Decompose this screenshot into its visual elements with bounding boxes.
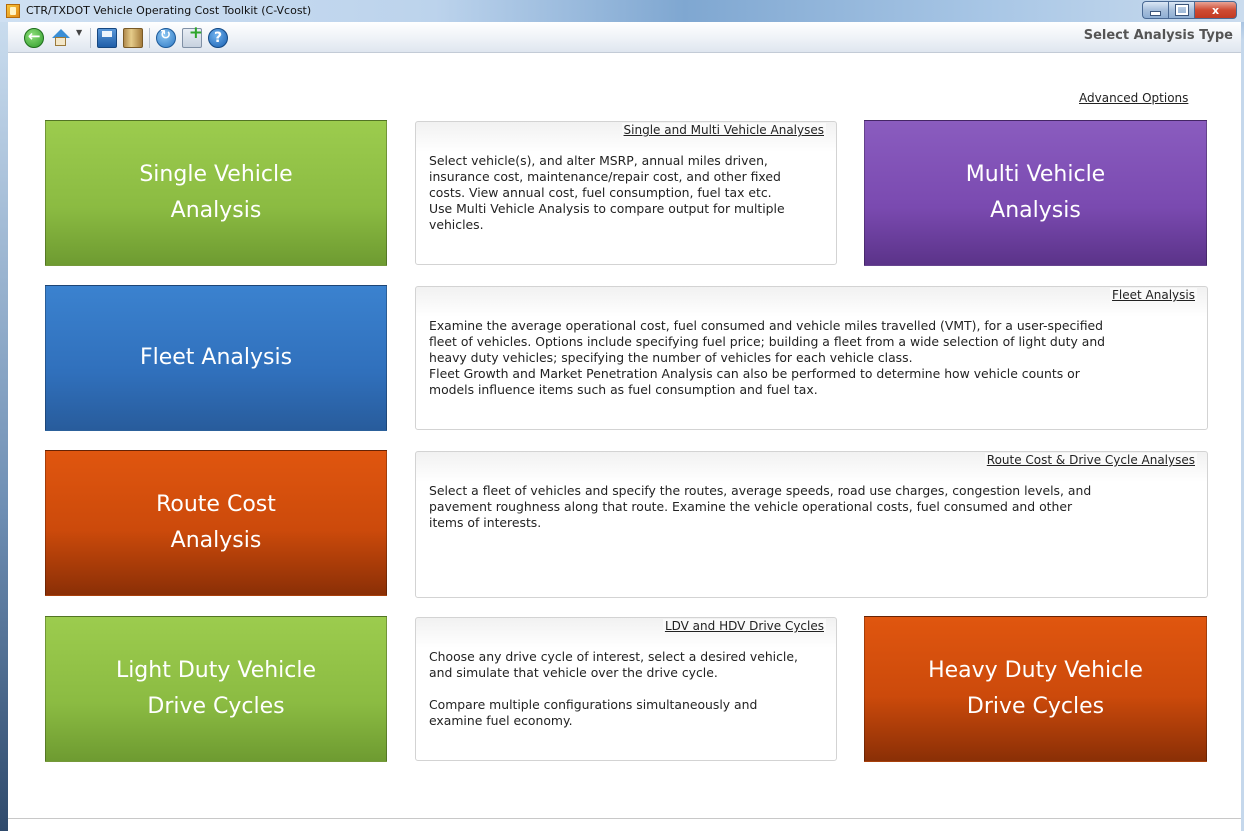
single-multi-description: Select vehicle(s), and alter MSRP, annua… <box>429 153 785 232</box>
light-duty-drive-cycles-button[interactable]: Light Duty Vehicle Drive Cycles <box>45 616 387 762</box>
fleet-analysis-label: Fleet Analysis <box>139 345 293 370</box>
drive-cycles-heading: LDV and HDV Drive Cycles <box>662 619 826 633</box>
route-heading: Route Cost & Drive Cycle Analyses <box>984 453 1197 467</box>
minimize-button[interactable] <box>1142 1 1168 19</box>
single-vehicle-analysis-button[interactable]: Single Vehicle Analysis <box>45 120 387 266</box>
help-glyph: ? <box>213 30 223 46</box>
add-file-icon[interactable] <box>182 23 203 48</box>
page-title: Select Analysis Type <box>1083 28 1233 43</box>
home-dropdown-icon[interactable]: ▼ <box>76 28 84 48</box>
minimize-icon <box>1150 10 1161 16</box>
fleet-analysis-button[interactable]: Fleet Analysis <box>45 285 387 431</box>
heavy-duty-drive-cycles-label: Heavy Duty Vehicle Drive Cycles <box>928 658 1143 719</box>
home-icon[interactable] <box>50 28 70 48</box>
route-description-panel: Route Cost & Drive Cycle Analyses Select… <box>415 451 1208 598</box>
close-icon: x <box>1211 3 1220 17</box>
window-border <box>0 22 8 831</box>
single-multi-heading: Single and Multi Vehicle Analyses <box>621 123 826 137</box>
close-button[interactable]: x <box>1194 1 1237 19</box>
light-duty-drive-cycles-label: Light Duty Vehicle Drive Cycles <box>115 658 317 719</box>
single-vehicle-analysis-label: Single Vehicle Analysis <box>139 162 293 223</box>
maximize-button[interactable] <box>1168 1 1194 19</box>
toolbar: ▼ ? Select Analysis Type <box>8 22 1241 53</box>
save-icon[interactable] <box>97 28 117 48</box>
toolbar-separator <box>149 28 150 48</box>
multi-vehicle-analysis-label: Multi Vehicle Analysis <box>965 162 1106 223</box>
route-cost-analysis-button[interactable]: Route Cost Analysis <box>45 450 387 596</box>
multi-vehicle-analysis-button[interactable]: Multi Vehicle Analysis <box>864 120 1207 266</box>
single-multi-description-panel: Single and Multi Vehicle Analyses Select… <box>415 121 837 265</box>
refresh-icon[interactable] <box>156 28 176 48</box>
advanced-options-link[interactable]: Advanced Options <box>1079 91 1188 105</box>
status-bar <box>8 818 1241 831</box>
fleet-description: Examine the average operational cost, fu… <box>429 318 1106 397</box>
caption-buttons: x <box>1142 1 1237 19</box>
heavy-duty-drive-cycles-button[interactable]: Heavy Duty Vehicle Drive Cycles <box>864 616 1207 762</box>
book-icon[interactable] <box>123 28 143 48</box>
route-description: Select a fleet of vehicles and specify t… <box>429 483 1092 530</box>
app-icon <box>6 4 20 18</box>
toolbar-separator <box>90 28 91 48</box>
route-cost-analysis-label: Route Cost Analysis <box>156 492 276 553</box>
fleet-description-panel: Fleet Analysis Examine the average opera… <box>415 286 1208 430</box>
drive-cycles-description: Choose any drive cycle of interest, sele… <box>429 649 798 728</box>
back-icon[interactable] <box>24 27 44 48</box>
app-window: CTR/TXDOT Vehicle Operating Cost Toolkit… <box>0 0 1244 831</box>
maximize-icon <box>1174 4 1189 16</box>
drive-cycles-description-panel: LDV and HDV Drive Cycles Choose any driv… <box>415 617 837 761</box>
window-title: CTR/TXDOT Vehicle Operating Cost Toolkit… <box>26 4 312 17</box>
title-bar[interactable]: CTR/TXDOT Vehicle Operating Cost Toolkit… <box>0 0 1244 22</box>
fleet-heading: Fleet Analysis <box>1110 288 1197 302</box>
help-icon[interactable]: ? <box>208 28 228 48</box>
